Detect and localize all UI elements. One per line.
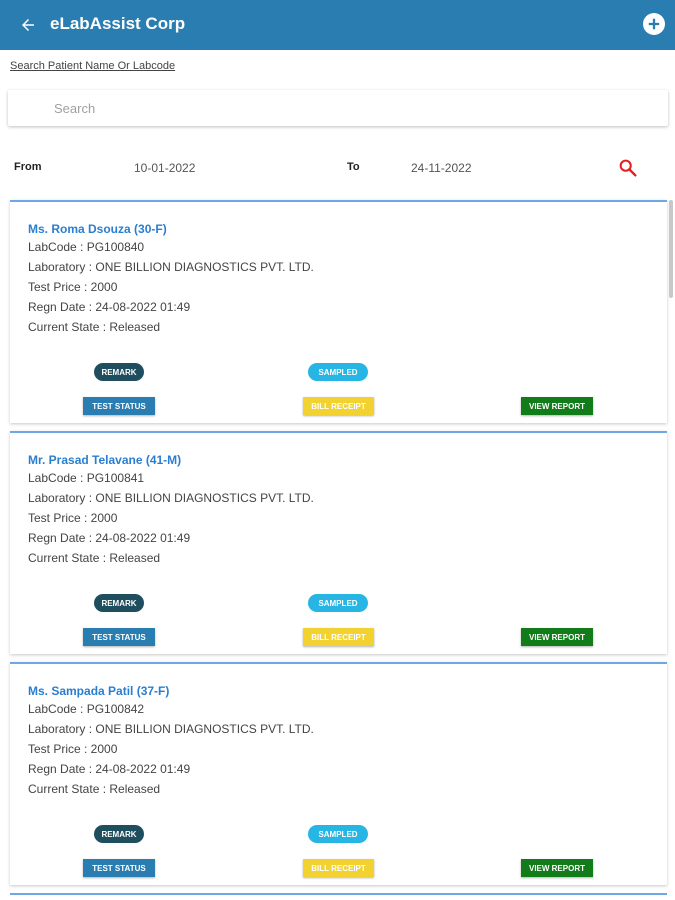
laboratory-text: Laboratory : ONE BILLION DIAGNOSTICS PVT… bbox=[28, 491, 314, 505]
remark-button[interactable]: REMARK bbox=[94, 825, 144, 843]
app-bar: eLabAssist Corp bbox=[0, 0, 675, 50]
current-state-text: Current State : Released bbox=[28, 782, 161, 796]
remark-button[interactable]: REMARK bbox=[94, 363, 144, 381]
next-card-edge bbox=[10, 893, 667, 895]
bill-receipt-button[interactable]: BILL RECEIPT bbox=[303, 628, 374, 646]
test-status-button[interactable]: TEST STATUS bbox=[83, 859, 155, 877]
arrow-left-icon bbox=[22, 19, 34, 31]
current-state-text: Current State : Released bbox=[28, 320, 161, 334]
patient-name[interactable]: Mr. Prasad Telavane (41-M) bbox=[28, 453, 181, 467]
patient-list: Ms. Roma Dsouza (30-F) LabCode : PG10084… bbox=[10, 200, 667, 893]
search-label: Search Patient Name Or Labcode bbox=[10, 60, 176, 72]
search-box bbox=[8, 90, 668, 126]
view-report-button[interactable]: VIEW REPORT bbox=[521, 397, 593, 415]
bill-receipt-button[interactable]: BILL RECEIPT bbox=[303, 397, 374, 415]
labcode-text: LabCode : PG100841 bbox=[28, 471, 145, 485]
sampled-button[interactable]: SAMPLED bbox=[308, 594, 368, 612]
test-status-button[interactable]: TEST STATUS bbox=[83, 628, 155, 646]
regn-date-text: Regn Date : 24-08-2022 01:49 bbox=[28, 531, 191, 545]
sampled-button[interactable]: SAMPLED bbox=[308, 363, 368, 381]
labcode-text: LabCode : PG100842 bbox=[28, 702, 145, 716]
back-button[interactable] bbox=[14, 11, 42, 39]
laboratory-text: Laboratory : ONE BILLION DIAGNOSTICS PVT… bbox=[28, 722, 314, 736]
patient-card: Ms. Sampada Patil (37-F) LabCode : PG100… bbox=[10, 662, 667, 885]
bill-receipt-button[interactable]: BILL RECEIPT bbox=[303, 859, 374, 877]
laboratory-text: Laboratory : ONE BILLION DIAGNOSTICS PVT… bbox=[28, 260, 314, 274]
patient-name[interactable]: Ms. Sampada Patil (37-F) bbox=[28, 684, 169, 698]
scrollbar[interactable] bbox=[669, 200, 673, 298]
remark-button[interactable]: REMARK bbox=[94, 594, 144, 612]
app-title: eLabAssist Corp bbox=[50, 14, 186, 33]
to-date-field[interactable]: 24-11-2022 bbox=[411, 161, 472, 175]
date-filter-row: From 10-01-2022 To 24-11-2022 bbox=[0, 155, 675, 181]
from-label: From bbox=[14, 161, 42, 173]
from-date-field[interactable]: 10-01-2022 bbox=[134, 161, 195, 175]
current-state-text: Current State : Released bbox=[28, 551, 161, 565]
regn-date-text: Regn Date : 24-08-2022 01:49 bbox=[28, 762, 191, 776]
sampled-button[interactable]: SAMPLED bbox=[308, 825, 368, 843]
test-status-button[interactable]: TEST STATUS bbox=[83, 397, 155, 415]
add-button[interactable] bbox=[643, 13, 665, 35]
test-price-text: Test Price : 2000 bbox=[28, 511, 118, 525]
labcode-text: LabCode : PG100840 bbox=[28, 240, 145, 254]
search-button[interactable] bbox=[617, 157, 639, 179]
magnifier-icon bbox=[619, 159, 637, 177]
test-price-text: Test Price : 2000 bbox=[28, 280, 118, 294]
plus-circle-icon bbox=[648, 18, 660, 30]
view-report-button[interactable]: VIEW REPORT bbox=[521, 859, 593, 877]
patient-name[interactable]: Ms. Roma Dsouza (30-F) bbox=[28, 222, 167, 236]
test-price-text: Test Price : 2000 bbox=[28, 742, 118, 756]
to-label: To bbox=[347, 161, 360, 173]
view-report-button[interactable]: VIEW REPORT bbox=[521, 628, 593, 646]
patient-card: Ms. Roma Dsouza (30-F) LabCode : PG10084… bbox=[10, 200, 667, 423]
search-input[interactable] bbox=[8, 90, 668, 126]
regn-date-text: Regn Date : 24-08-2022 01:49 bbox=[28, 300, 191, 314]
patient-card: Mr. Prasad Telavane (41-M) LabCode : PG1… bbox=[10, 431, 667, 654]
